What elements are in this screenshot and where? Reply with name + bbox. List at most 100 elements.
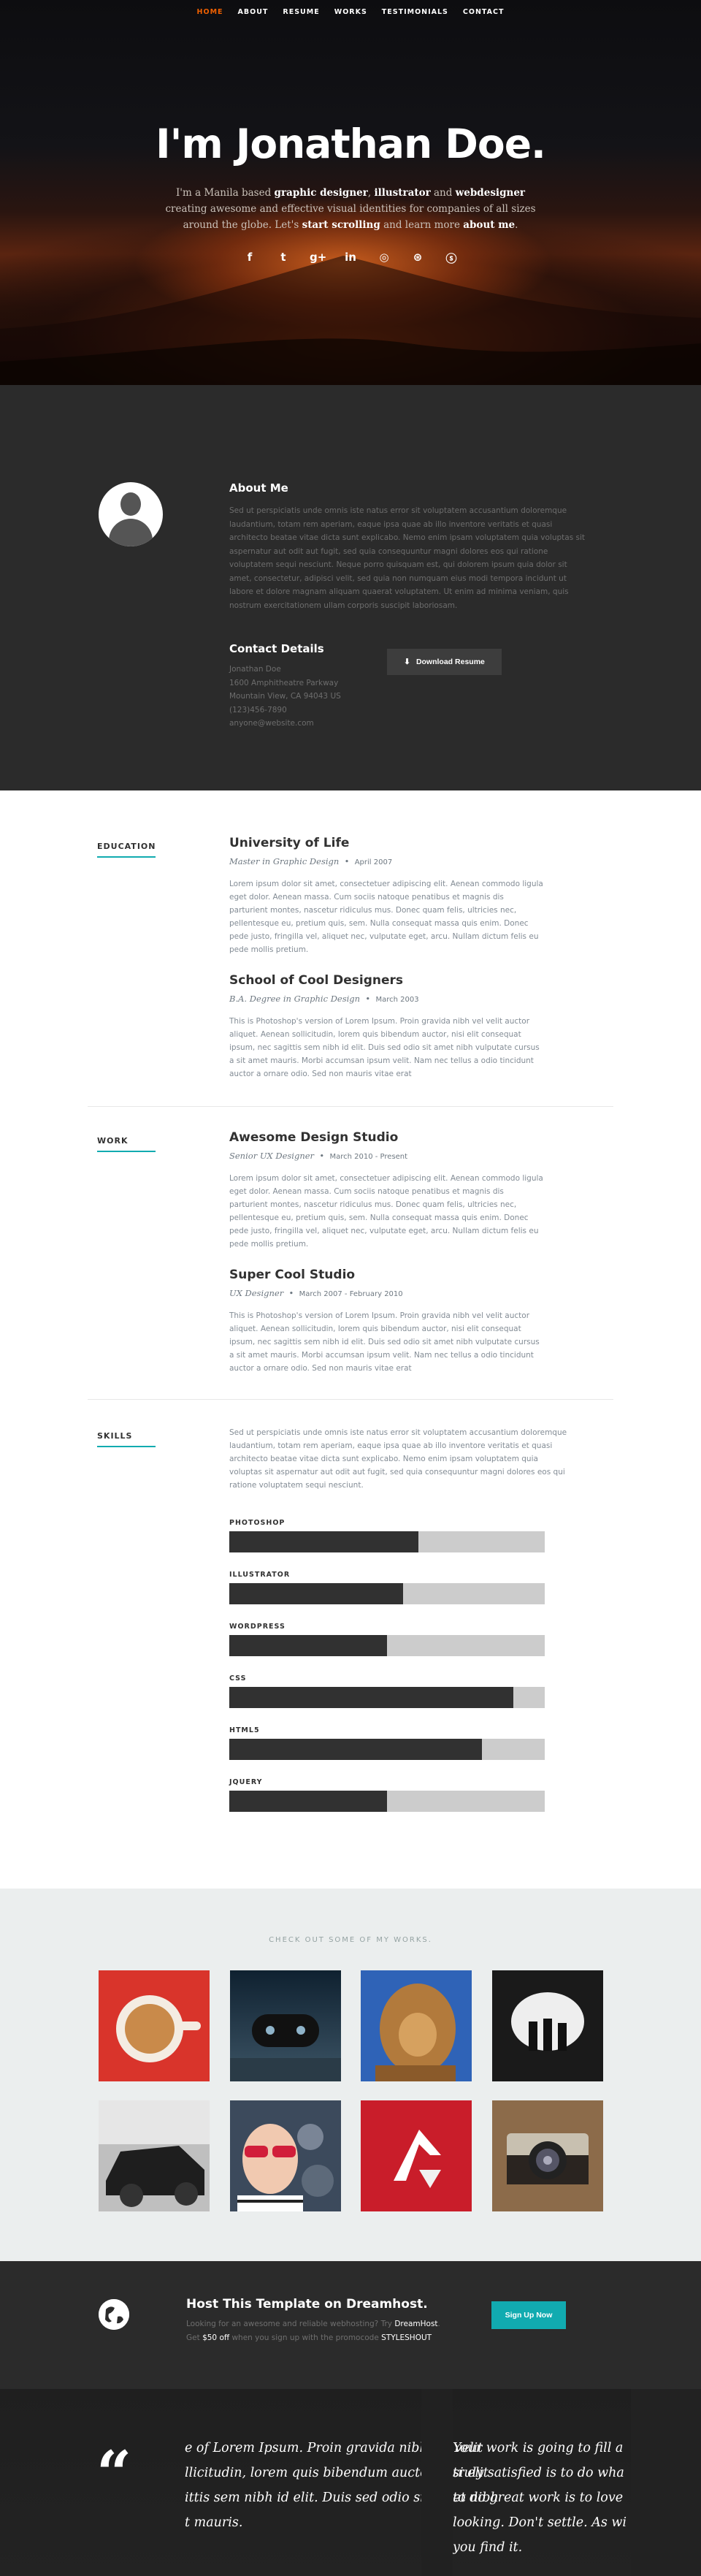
cta-title: Host This Template on Dreamhost. — [186, 2297, 428, 2312]
skill-bar — [229, 1635, 545, 1656]
social-links: f t g+ in ◎ ⊛ ⓢ — [0, 251, 701, 266]
download-resume-button[interactable]: ⬇ Download Resume — [387, 649, 502, 675]
contact-title: Contact Details — [229, 642, 324, 655]
retro-camera-image[interactable] — [492, 2100, 603, 2211]
testimonial-mask-right — [631, 2389, 701, 2576]
quote-icon-overlay: “ — [96, 2437, 132, 2510]
into-the-light-image[interactable] — [492, 1970, 603, 2081]
nav-home[interactable]: Home — [197, 8, 223, 16]
cta-section: Host This Template on Dreamhost. Looking… — [0, 2261, 701, 2389]
contact-name: Jonathan Doe — [229, 665, 281, 674]
vintage-car-graphic — [99, 2100, 210, 2211]
about-text: Sed ut perspiciatis unde omnis iste natu… — [229, 506, 586, 610]
work-item: Awesome Design Studio Senior UX Designer… — [229, 1130, 543, 1251]
testimonial-gap — [421, 2389, 453, 2576]
avatar-body-shape — [109, 519, 153, 546]
about-section: About Me Sed ut perspiciatis unde omnis … — [0, 385, 701, 790]
linkedin-icon[interactable]: in — [343, 251, 358, 266]
hero-intro: I'm a Manila based graphic designer, ill… — [165, 187, 536, 231]
skill-bar — [229, 1583, 545, 1604]
woman-with-sunglasses-graphic — [230, 2100, 341, 2211]
hero-headline: I'm Jonathan Doe. — [156, 121, 546, 167]
section-divider — [88, 1106, 613, 1107]
instagram-icon[interactable]: ◎ — [377, 251, 391, 266]
hero-content: I'm Jonathan Doe. I'm a Manila based gra… — [0, 124, 701, 266]
dreamhost-link[interactable]: DreamHost — [394, 2320, 437, 2328]
avatar — [99, 482, 163, 546]
facebook-icon[interactable]: f — [242, 251, 257, 266]
work-description: Lorem ipsum dolor sit amet, consectetuer… — [229, 1174, 543, 1249]
work-meta: Senior UX Designer • March 2010 - Presen… — [229, 1151, 408, 1161]
education-label: Education — [97, 842, 156, 858]
sign-up-button[interactable]: Sign Up Now — [491, 2301, 566, 2329]
retro-camera-graphic — [492, 2100, 603, 2211]
twitter-icon[interactable]: t — [276, 251, 291, 266]
red-arrow-logo-image[interactable] — [361, 2100, 472, 2211]
skill-bar-fill — [229, 1583, 403, 1604]
education-item: School of Cool Designers B.A. Degree in … — [229, 973, 543, 1081]
portfolio-title: Check Out Some of My Works. — [269, 1936, 432, 1944]
contact-phone: (123)456-7890 — [229, 705, 287, 715]
skill-label: PHOTOSHOP — [229, 1519, 286, 1527]
globe-icon — [99, 2299, 129, 2330]
coffee-cup-image[interactable] — [99, 1970, 210, 2081]
education-title: University of Life — [229, 836, 350, 850]
judah-lion-image[interactable] — [361, 1970, 472, 2081]
woman-with-sunglasses-image[interactable] — [230, 2100, 341, 2211]
skill-label: WORDPRESS — [229, 1623, 286, 1631]
vintage-car-image[interactable] — [99, 2100, 210, 2211]
skype-icon[interactable]: ⓢ — [444, 251, 459, 266]
skill-bar — [229, 1739, 545, 1760]
work-item: Super Cool Studio UX Designer • March 20… — [229, 1268, 543, 1375]
console-controller-image[interactable] — [230, 1970, 341, 2081]
section-divider — [88, 1399, 613, 1400]
resume-section: Education University of Life Master in G… — [0, 790, 701, 1889]
work-description: This is Photoshop's version of Lorem Ips… — [229, 1311, 540, 1373]
nav-works[interactable]: Works — [334, 8, 367, 16]
skill-bar-fill — [229, 1531, 419, 1552]
main-nav: Home About Resume Works Testimonials Con… — [0, 0, 701, 23]
skill-label: HTML5 — [229, 1726, 260, 1734]
testimonial-mask-left — [0, 2389, 185, 2576]
console-controller-graphic — [230, 1970, 341, 2081]
nav-about[interactable]: About — [238, 8, 269, 16]
skill-label: ILLUSTRATOR — [229, 1571, 291, 1579]
about-title: About Me — [229, 481, 288, 495]
coffee-cup-graphic — [99, 1970, 210, 2081]
work-title: Awesome Design Studio — [229, 1130, 399, 1145]
dribbble-icon[interactable]: ⊛ — [410, 251, 425, 266]
skill-bar-fill — [229, 1687, 513, 1708]
cta-text: Looking for an awesome and reliable webh… — [186, 2320, 440, 2342]
nav-resume[interactable]: Resume — [283, 8, 319, 16]
education-underline — [97, 856, 156, 858]
skill-bar — [229, 1687, 545, 1708]
nav-contact[interactable]: Contact — [463, 8, 505, 16]
education-title: School of Cool Designers — [229, 973, 403, 988]
education-description: Lorem ipsum dolor sit amet, consectetuer… — [229, 880, 543, 954]
skill-label: CSS — [229, 1674, 247, 1683]
skill-bar — [229, 1791, 545, 1812]
skill-bar-fill — [229, 1635, 387, 1656]
work-label: Work — [97, 1136, 156, 1152]
red-arrow-logo-graphic — [361, 2100, 472, 2211]
contact-email[interactable]: anyone@website.com — [229, 717, 341, 731]
google-plus-icon[interactable]: g+ — [310, 251, 326, 266]
download-icon: ⬇ — [404, 658, 410, 666]
start-scrolling-link[interactable]: start scrolling — [302, 219, 380, 231]
hero-banner: I'm Jonathan Doe. I'm a Manila based gra… — [0, 0, 701, 385]
skills-label: Skills — [97, 1431, 156, 1447]
contact-details: Jonathan Doe 1600 Amphitheatre Parkway M… — [229, 663, 341, 731]
work-meta: UX Designer • March 2007 - February 2010 — [229, 1288, 403, 1298]
about-me-link[interactable]: about me — [463, 219, 515, 231]
education-meta: Master in Graphic Design • April 2007 — [229, 856, 393, 866]
testimonials-section: “ e of Lorem Ipsum. Proin gravida nibh v… — [0, 2389, 701, 2576]
education-meta: B.A. Degree in Graphic Design • March 20… — [229, 994, 419, 1004]
contact-street: 1600 Amphitheatre Parkway — [229, 678, 339, 687]
skill-bar-fill — [229, 1739, 482, 1760]
avatar-head-shape — [120, 492, 141, 516]
work-title: Super Cool Studio — [229, 1268, 356, 1282]
education-item: University of Life Master in Graphic Des… — [229, 836, 543, 956]
nav-testimonials[interactable]: Testimonials — [382, 8, 448, 16]
portfolio-section: Check Out Some of My Works. — [0, 1889, 701, 2261]
testimonial-quote-right: Your work is going to fill a truly satis… — [453, 2441, 627, 2555]
